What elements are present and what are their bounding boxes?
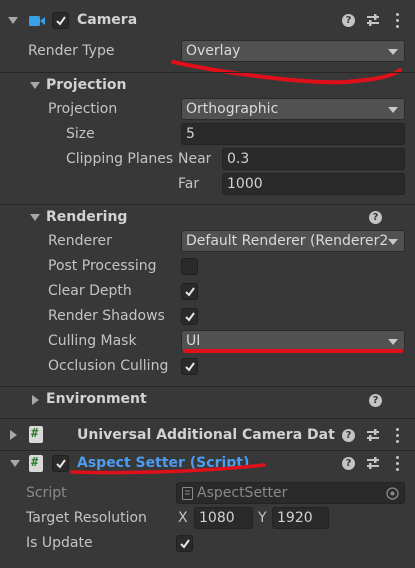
rendering-help-icon[interactable]: ?	[369, 211, 382, 224]
script-icon: #	[29, 426, 43, 443]
post-processing-checkbox[interactable]	[181, 258, 198, 275]
is-update-label: Is Update	[26, 535, 93, 551]
culling-mask-value: UI	[186, 333, 201, 349]
projection-value: Orthographic	[186, 101, 279, 117]
size-value: 5	[186, 126, 195, 142]
resolution-y-field[interactable]: 1920	[272, 507, 329, 529]
script-label: Script	[26, 485, 67, 501]
occlusion-culling-label: Occlusion Culling	[48, 358, 169, 374]
aspect-setter-foldout-arrow-icon[interactable]	[10, 460, 20, 467]
far-label: Far	[178, 176, 200, 192]
script-value: AspectSetter	[197, 485, 288, 501]
camera-title: Camera	[77, 12, 138, 28]
projection-foldout[interactable]: Projection	[0, 74, 415, 96]
aspect-setter-enabled-checkbox[interactable]	[52, 455, 69, 472]
environment-foldout-arrow-icon[interactable]	[32, 395, 39, 405]
renderer-value: Default Renderer (Renderer2	[186, 233, 389, 249]
resolution-y-label: Y	[258, 510, 267, 526]
camera-foldout-arrow-icon[interactable]	[8, 17, 18, 24]
size-label: Size	[66, 126, 95, 142]
script-object-field[interactable]: AspectSetter	[176, 482, 405, 504]
post-processing-label: Post Processing	[48, 258, 157, 274]
resolution-x-label: X	[178, 510, 188, 526]
environment-help-icon[interactable]: ?	[369, 394, 382, 407]
far-field[interactable]: 1000	[222, 173, 405, 195]
near-label: Near	[178, 151, 212, 167]
aspect-setter-help-icon[interactable]: ?	[342, 457, 355, 470]
culling-mask-label: Culling Mask	[48, 333, 137, 349]
universal-data-help-icon[interactable]: ?	[342, 429, 355, 442]
environment-foldout[interactable]: Environment ?	[0, 388, 415, 412]
target-resolution-label: Target Resolution	[26, 510, 147, 526]
render-shadows-label: Render Shadows	[48, 308, 165, 324]
renderer-label: Renderer	[48, 233, 112, 249]
rendering-foldout-arrow-icon[interactable]	[30, 214, 40, 221]
universal-camera-data-header[interactable]: # Universal Additional Camera Data ( ?	[0, 422, 415, 448]
camera-component-header[interactable]: Camera ?	[0, 8, 415, 34]
camera-icon	[29, 16, 45, 26]
red-annotation-underline-2	[183, 349, 403, 353]
dropdown-arrow-icon	[388, 107, 398, 113]
resolution-x-field[interactable]: 1080	[194, 507, 253, 529]
rendering-header: Rendering	[46, 209, 128, 225]
universal-data-context-menu-icon[interactable]	[396, 428, 400, 446]
occlusion-culling-checkbox[interactable]	[181, 358, 198, 375]
resolution-x-value: 1080	[199, 510, 235, 526]
red-annotation-underline-3	[70, 463, 266, 475]
is-update-checkbox[interactable]	[176, 535, 193, 552]
universal-data-title: Universal Additional Camera Data (	[77, 427, 335, 443]
aspect-setter-presets-icon[interactable]	[366, 456, 380, 470]
script-file-icon	[182, 487, 193, 500]
camera-enabled-checkbox[interactable]	[52, 12, 69, 29]
render-type-label: Render Type	[28, 43, 115, 59]
render-shadows-checkbox[interactable]	[181, 308, 198, 325]
universal-data-foldout-arrow-icon[interactable]	[10, 430, 17, 440]
clipping-planes-label: Clipping Planes	[66, 151, 174, 167]
clear-depth-checkbox[interactable]	[181, 283, 198, 300]
camera-context-menu-icon[interactable]	[396, 13, 400, 31]
object-picker-icon[interactable]	[386, 487, 399, 500]
dropdown-arrow-icon	[388, 239, 398, 245]
rendering-foldout[interactable]: Rendering ?	[0, 206, 415, 228]
resolution-y-value: 1920	[277, 510, 313, 526]
universal-data-presets-icon[interactable]	[366, 428, 380, 442]
size-field[interactable]: 5	[181, 123, 405, 145]
projection-header: Projection	[46, 77, 127, 93]
dropdown-arrow-icon	[388, 339, 398, 345]
near-field[interactable]: 0.3	[222, 148, 405, 170]
projection-foldout-arrow-icon[interactable]	[30, 82, 40, 89]
camera-presets-icon[interactable]	[366, 13, 380, 27]
near-value: 0.3	[227, 151, 250, 167]
script-icon: #	[29, 455, 43, 472]
aspect-setter-context-menu-icon[interactable]	[396, 456, 400, 474]
renderer-dropdown[interactable]: Default Renderer (Renderer2	[181, 230, 405, 252]
camera-help-icon[interactable]: ?	[342, 14, 355, 27]
projection-label: Projection	[48, 101, 118, 117]
clear-depth-label: Clear Depth	[48, 283, 132, 299]
far-value: 1000	[227, 176, 263, 192]
environment-header: Environment	[46, 391, 147, 407]
projection-dropdown[interactable]: Orthographic	[181, 98, 405, 120]
